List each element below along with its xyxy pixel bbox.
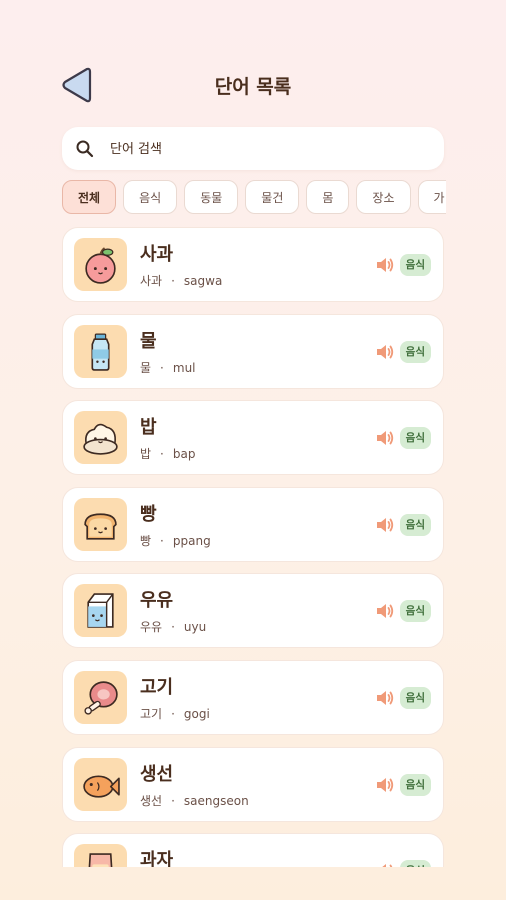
- word-thumbnail: [74, 584, 127, 638]
- separator-dot: ·: [171, 706, 175, 721]
- speaker-icon[interactable]: [375, 516, 395, 534]
- word-subtitle: 고기 · gogi: [140, 705, 210, 722]
- bread-icon: [84, 513, 117, 540]
- word-title: 우유: [140, 590, 174, 612]
- word-hangul: 빵: [140, 533, 152, 548]
- word-card[interactable]: 우유 우유 · uyu 음식: [62, 573, 444, 649]
- word-title: 고기: [140, 676, 174, 698]
- category-tag: 음식: [399, 686, 431, 709]
- word-title: 밥: [140, 417, 157, 439]
- word-title: 과자: [140, 850, 174, 867]
- word-romanization: sagwa: [183, 274, 223, 288]
- word-list: 사과 사과 · sagwa 음식 물 물 · mul 음식 밥 밥 · bap 음식 빵 빵 · ppang 음식 우유…: [62, 227, 444, 867]
- separator-dot: ·: [160, 360, 164, 375]
- word-romanization: mul: [172, 360, 196, 375]
- word-card[interactable]: 사과 사과 · sagwa 음식: [62, 227, 444, 302]
- word-thumbnail: [74, 497, 127, 551]
- word-title: 사과: [140, 244, 174, 265]
- word-subtitle: 사과 · sagwa: [140, 272, 222, 289]
- chip-category[interactable]: 동물: [184, 180, 239, 214]
- word-thumbnail: [74, 324, 127, 378]
- word-thumbnail: [74, 670, 127, 724]
- category-tag: 음식: [399, 254, 431, 276]
- page-title: 단어 목록: [214, 76, 292, 98]
- speaker-icon[interactable]: [375, 689, 395, 707]
- water-bottle-icon: [91, 333, 110, 371]
- chip-category[interactable]: 장소: [356, 180, 411, 214]
- word-title: 빵: [140, 503, 157, 525]
- word-card[interactable]: 빵 빵 · ppang 음식: [62, 486, 444, 562]
- word-romanization: bap: [172, 447, 196, 462]
- word-thumbnail: [74, 238, 127, 291]
- word-subtitle: 빵 · ppang: [140, 532, 211, 549]
- category-tag: 음식: [399, 427, 431, 450]
- word-hangul: 생선: [140, 793, 163, 808]
- speaker-icon[interactable]: [375, 429, 395, 447]
- speaker-icon[interactable]: [375, 343, 395, 361]
- word-card[interactable]: 과자과자·gwaja음식: [62, 833, 444, 867]
- snack-bag-icon: [88, 853, 113, 867]
- fish-icon: [83, 775, 120, 798]
- category-tag: 음식: [399, 773, 431, 796]
- search-icon: [76, 140, 94, 158]
- speaker-icon[interactable]: [375, 256, 395, 274]
- word-subtitle: 생선 · saengseon: [140, 792, 249, 809]
- category-tag: 음식: [399, 340, 431, 363]
- separator-dot: ·: [171, 620, 175, 635]
- category-chips: 전체 음식 동물 물건 몸 장소 가: [62, 180, 446, 218]
- category-tag: 음식: [399, 860, 431, 867]
- word-subtitle: 물 · mul: [140, 359, 196, 376]
- chip-category[interactable]: 물건: [245, 180, 300, 214]
- chip-category[interactable]: 전체: [62, 180, 117, 214]
- word-card[interactable]: 물 물 · mul 음식: [62, 313, 444, 389]
- word-subtitle: 우유 · uyu: [140, 618, 206, 635]
- meat-icon: [84, 681, 118, 715]
- category-tag: 음식: [399, 600, 431, 623]
- chip-category[interactable]: 몸: [306, 180, 350, 214]
- word-title: 물: [140, 330, 157, 352]
- category-tag: 음식: [399, 513, 431, 536]
- separator-dot: ·: [160, 447, 164, 462]
- chip-category[interactable]: 음식: [123, 180, 178, 214]
- word-hangul: 우유: [140, 620, 163, 635]
- chip-category[interactable]: 가: [417, 180, 446, 214]
- word-romanization: gogi: [183, 706, 210, 721]
- word-card[interactable]: 생선 생선 · saengseon 음식: [62, 746, 444, 822]
- word-card[interactable]: 밥 밥 · bap 음식: [62, 400, 444, 476]
- search-bar[interactable]: [62, 127, 444, 170]
- rice-icon: [83, 424, 118, 455]
- speaker-icon[interactable]: [375, 862, 395, 867]
- search-input[interactable]: [108, 135, 432, 163]
- header: 단어 목록: [0, 60, 506, 110]
- word-thumbnail: [74, 844, 127, 867]
- separator-dot: ·: [160, 533, 164, 548]
- word-hangul: 사과: [140, 274, 163, 288]
- word-thumbnail: [74, 411, 127, 465]
- apple-icon: [85, 247, 116, 284]
- word-hangul: 밥: [140, 447, 152, 462]
- word-subtitle: 밥 · bap: [140, 445, 195, 462]
- word-romanization: ppang: [172, 533, 211, 548]
- separator-dot: ·: [171, 274, 175, 288]
- speaker-icon[interactable]: [375, 602, 395, 620]
- word-thumbnail: [74, 757, 127, 811]
- word-title: 생선: [140, 763, 174, 785]
- word-hangul: 고기: [140, 706, 163, 721]
- milk-carton-icon: [87, 593, 114, 629]
- separator-dot: ·: [171, 793, 175, 808]
- speaker-icon[interactable]: [375, 776, 395, 794]
- word-hangul: 물: [140, 360, 152, 375]
- word-romanization: uyu: [183, 620, 207, 635]
- word-card[interactable]: 고기 고기 · gogi 음식: [62, 659, 444, 735]
- word-romanization: saengseon: [183, 793, 249, 808]
